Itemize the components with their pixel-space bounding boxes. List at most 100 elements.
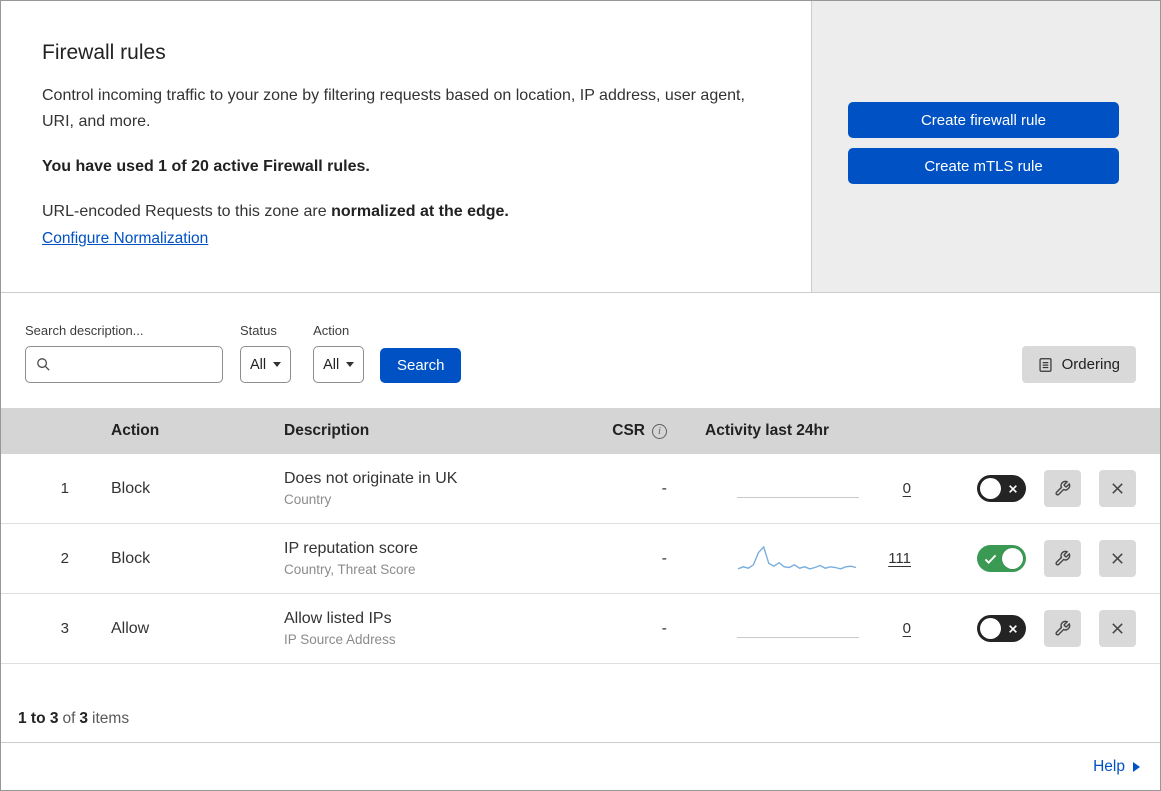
toggle-knob — [980, 618, 1001, 639]
ordering-button[interactable]: Ordering — [1021, 346, 1136, 383]
rule-enabled-toggle[interactable] — [977, 545, 1026, 572]
usage-summary: You have used 1 of 20 active Firewall ru… — [42, 158, 370, 176]
configure-normalization-link[interactable]: Configure Normalization — [42, 230, 208, 247]
items-range: 1 to 3 — [18, 710, 59, 727]
delete-rule-button[interactable] — [1099, 610, 1136, 647]
page-description: Control incoming traffic to your zone by… — [42, 87, 745, 130]
search-button[interactable]: Search — [380, 348, 462, 383]
rule-description-cell: IP reputation score Country, Threat Scor… — [264, 540, 564, 577]
normalization-note: URL-encoded Requests to this zone are no… — [42, 203, 771, 221]
csr-header-label: CSR — [612, 422, 645, 439]
normalization-bold-text: normalized at the edge. — [331, 203, 509, 221]
items-of-text: of — [62, 710, 76, 727]
items-total: 3 — [79, 710, 89, 727]
toggle-knob — [980, 478, 1001, 499]
rule-criteria: Country — [284, 492, 332, 507]
normalization-text: URL-encoded Requests to this zone are — [42, 203, 332, 221]
rule-action: Block — [111, 549, 151, 567]
activity-sparkline — [737, 471, 859, 507]
rule-description-cell: Does not originate in UK Country — [264, 470, 564, 507]
search-field: Search description... — [25, 323, 223, 383]
rules-table-header: Action Description CSR i Activity last 2… — [1, 408, 1160, 454]
help-link-label: Help — [1093, 757, 1125, 775]
rule-criteria: IP Source Address — [284, 632, 396, 647]
filter-bar: Search description... Status All Action … — [1, 293, 1160, 408]
delete-rule-button[interactable] — [1099, 540, 1136, 577]
help-link[interactable]: Help — [1093, 758, 1140, 776]
rule-activity-cell: 111 — [689, 541, 924, 577]
rule-controls — [924, 610, 1160, 647]
ordering-list-icon — [1038, 357, 1053, 373]
edit-rule-button[interactable] — [1044, 610, 1081, 647]
rule-priority: 2 — [60, 550, 69, 567]
action-filter-dropdown[interactable]: All — [313, 346, 365, 383]
table-row: 2 Block IP reputation score Country, Thr… — [1, 524, 1160, 594]
edit-rule-button[interactable] — [1044, 470, 1081, 507]
csr-column-header: CSR i — [564, 422, 689, 440]
rule-description: IP reputation score — [284, 540, 419, 557]
search-label: Search description... — [25, 323, 144, 338]
search-description-input[interactable] — [58, 347, 214, 382]
activity-count-link[interactable]: 0 — [889, 620, 911, 637]
description-column-header: Description — [284, 422, 370, 439]
page-header-section: Firewall rules Control incoming traffic … — [1, 1, 1160, 293]
cross-icon — [1008, 624, 1018, 634]
status-filter-dropdown[interactable]: All — [240, 346, 292, 383]
rule-enabled-toggle[interactable] — [977, 615, 1026, 642]
rule-controls — [924, 540, 1160, 577]
rule-activity-cell: 0 — [689, 471, 924, 507]
rule-csr-value: - — [661, 549, 667, 567]
pagination-summary: 1 to 3 of 3 items — [1, 664, 1160, 742]
rule-controls — [924, 470, 1160, 507]
table-row: 3 Allow Allow listed IPs IP Source Addre… — [1, 594, 1160, 664]
action-column-header: Action — [111, 422, 160, 439]
primary-actions: Create firewall rule Create mTLS rule — [812, 1, 1160, 293]
rule-csr-value: - — [661, 479, 667, 497]
rule-priority: 3 — [60, 620, 69, 637]
create-mtls-rule-button[interactable]: Create mTLS rule — [848, 148, 1119, 184]
close-icon — [1110, 551, 1125, 566]
action-filter-value: All — [323, 356, 340, 373]
wrench-icon — [1054, 550, 1071, 567]
rule-criteria: Country, Threat Score — [284, 562, 416, 577]
close-icon — [1110, 481, 1125, 496]
ordering-button-label: Ordering — [1061, 356, 1120, 373]
activity-sparkline — [737, 611, 859, 647]
rule-priority: 1 — [60, 480, 69, 497]
intro-card: Firewall rules Control incoming traffic … — [1, 1, 812, 293]
rule-csr-value: - — [661, 619, 667, 637]
create-firewall-rule-button[interactable]: Create firewall rule — [848, 102, 1119, 138]
edit-rule-button[interactable] — [1044, 540, 1081, 577]
rule-activity-cell: 0 — [689, 611, 924, 647]
wrench-icon — [1054, 480, 1071, 497]
rule-description: Allow listed IPs — [284, 610, 392, 627]
firewall-rules-page: Firewall rules Control incoming traffic … — [0, 0, 1161, 791]
rule-description: Does not originate in UK — [284, 470, 458, 487]
action-filter-field: Action All — [313, 323, 365, 383]
status-filter-field: Status All — [240, 323, 292, 383]
activity-sparkline — [736, 541, 858, 577]
close-icon — [1110, 621, 1125, 636]
search-icon — [36, 357, 51, 372]
search-input-wrapper — [25, 346, 223, 383]
status-filter-value: All — [250, 356, 267, 373]
chevron-down-icon — [273, 362, 282, 367]
help-footer: Help — [1, 742, 1160, 790]
cross-icon — [1008, 484, 1018, 494]
delete-rule-button[interactable] — [1099, 470, 1136, 507]
toggle-knob — [1002, 548, 1023, 569]
table-row: 1 Block Does not originate in UK Country… — [1, 454, 1160, 524]
info-icon[interactable]: i — [652, 423, 667, 439]
items-label: items — [92, 710, 130, 727]
check-icon — [984, 553, 997, 564]
activity-count-link[interactable]: 111 — [888, 550, 911, 567]
page-title: Firewall rules — [42, 41, 166, 64]
activity-column-header: Activity last 24hr — [705, 422, 830, 439]
rule-action: Block — [111, 479, 151, 497]
action-filter-label: Action — [313, 323, 350, 338]
status-filter-label: Status — [240, 323, 277, 338]
rule-enabled-toggle[interactable] — [977, 475, 1026, 502]
arrow-right-icon — [1133, 761, 1140, 772]
activity-count-link[interactable]: 0 — [889, 480, 911, 497]
rule-description-cell: Allow listed IPs IP Source Address — [264, 610, 564, 647]
